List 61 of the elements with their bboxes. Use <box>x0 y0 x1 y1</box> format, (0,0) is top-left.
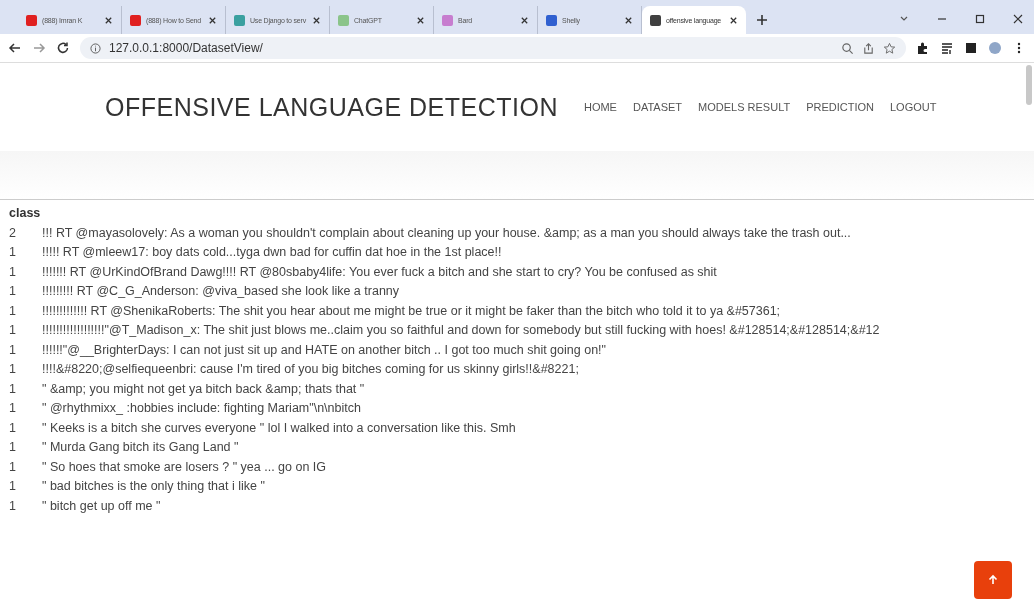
sidebar-icon[interactable] <box>964 41 978 55</box>
table-cell-text: !!!!&#8220;@selfiequeenbri: cause I'm tired of you big bitches coming for us skinny girls!!&#8221; <box>42 361 579 378</box>
playlist-icon[interactable] <box>940 41 954 55</box>
table-cell-text: !!!!!!! RT @UrKindOfBrand Dawg!!!! RT @80sbaby4life: You ever fuck a bitch and she start to cry? You be confused as shit <box>42 263 717 281</box>
arrow-up-icon <box>987 574 999 586</box>
table-cell-text: 1 <box>9 478 17 495</box>
table-cell-text: 1 <box>9 380 17 398</box>
info-icon <box>90 42 101 54</box>
table-cell-text: " So hoes that smoke are losers ? " yea ... go on IG <box>42 458 327 476</box>
table-cell-text: 1 <box>9 419 17 437</box>
nav-link[interactable]: LOGOUT <box>890 101 937 113</box>
maximize-icon[interactable] <box>974 13 986 25</box>
nav-link[interactable]: HOME <box>583 101 617 113</box>
table-cell-text: " &amp; you might not get ya bitch back &amp; thats that " <box>42 380 365 398</box>
nav-link[interactable]: DATASET <box>632 101 683 113</box>
star-icon[interactable] <box>883 41 896 55</box>
table-cell-text: " Keeks is a bitch she curves everyone " lol I walked into a conversation like this. Smh <box>42 419 516 437</box>
new-tab-icon[interactable] <box>756 14 768 26</box>
table-cell-text: " @rhythmixx_ :hobbies include: fighting Mariam"\n\nbitch <box>42 400 361 417</box>
table-cell-text: 1 <box>9 361 17 378</box>
table-cell-text: " bad bitches is the only thing that i like " <box>42 478 265 495</box>
close-icon[interactable] <box>729 15 738 25</box>
column-header: class <box>9 205 42 222</box>
table-cell-text: 1 <box>9 302 17 320</box>
forward-icon[interactable] <box>32 41 46 55</box>
close-icon[interactable] <box>416 15 425 25</box>
table-cell-text: 1 <box>9 439 17 456</box>
table-cell-text: 1 <box>9 263 17 281</box>
table-cell-text: !!!!!!!!!!!!!!!!!!"@T_Madison_x: The shit just blows me..claim you so faithful and down for somebody but still fucking with hoes! &#128514;&#128514;&#12 <box>42 322 880 339</box>
back-icon[interactable] <box>8 41 22 55</box>
table-cell-text: 1 <box>9 400 17 417</box>
share-icon[interactable] <box>862 41 875 55</box>
table-cell-text: !!!!! RT @mleew17: boy dats cold...tyga dwn bad for cuffin dat hoe in the 1st place!! <box>42 244 502 261</box>
reload-icon[interactable] <box>56 41 70 55</box>
close-icon[interactable] <box>312 15 321 25</box>
close-icon[interactable] <box>208 15 217 25</box>
table-cell-text: !!!!!!"@__BrighterDays: I can not just sit up and HATE on another bitch .. I got too much shit going on!" <box>42 341 606 359</box>
table-cell-text: 2 <box>9 224 17 242</box>
table-cell-text: 1 <box>9 497 17 515</box>
close-icon[interactable] <box>104 15 113 25</box>
zoom-icon[interactable] <box>841 41 854 55</box>
table-cell-text: 1 <box>9 322 17 339</box>
table-cell-text: !!! RT @mayasolovely: As a woman you shouldn't complain about cleaning up your house. &amp; as a man you should always take the trash out... <box>42 224 851 242</box>
close-icon[interactable] <box>520 15 529 25</box>
table-cell-text: 1 <box>9 244 17 261</box>
nav-link[interactable]: PREDICTION <box>806 101 874 113</box>
puzzle-icon[interactable] <box>916 41 930 55</box>
close-icon[interactable] <box>624 15 633 25</box>
address-field[interactable]: 127.0.0.1:8000/DatasetView/ <box>80 37 906 59</box>
table-cell-text: " bitch get up off me " <box>42 497 161 515</box>
table-cell-text: 1 <box>9 458 17 476</box>
table-cell-text: 1 <box>9 341 17 359</box>
site-title[interactable]: OFFENSIVE LANGUAGE DETECTION <box>105 92 558 122</box>
scrollbar[interactable] <box>1026 65 1032 105</box>
table-cell-text: " Murda Gang bitch its Gang Land " <box>42 439 239 456</box>
scroll-top-button[interactable] <box>974 561 1012 599</box>
table-cell-text: !!!!!!!!!!!!! RT @ShenikaRoberts: The shit you hear about me might be true or it might be faker than the bitch who told it to ya &#57361; <box>42 302 781 320</box>
close-icon[interactable] <box>1012 13 1024 25</box>
table-cell-text: !!!!!!!!! RT @C_G_Anderson: @viva_based she look like a tranny <box>42 283 400 300</box>
nav-link[interactable]: MODELS RESULT <box>698 101 791 113</box>
table-cell-text: 1 <box>9 283 17 300</box>
